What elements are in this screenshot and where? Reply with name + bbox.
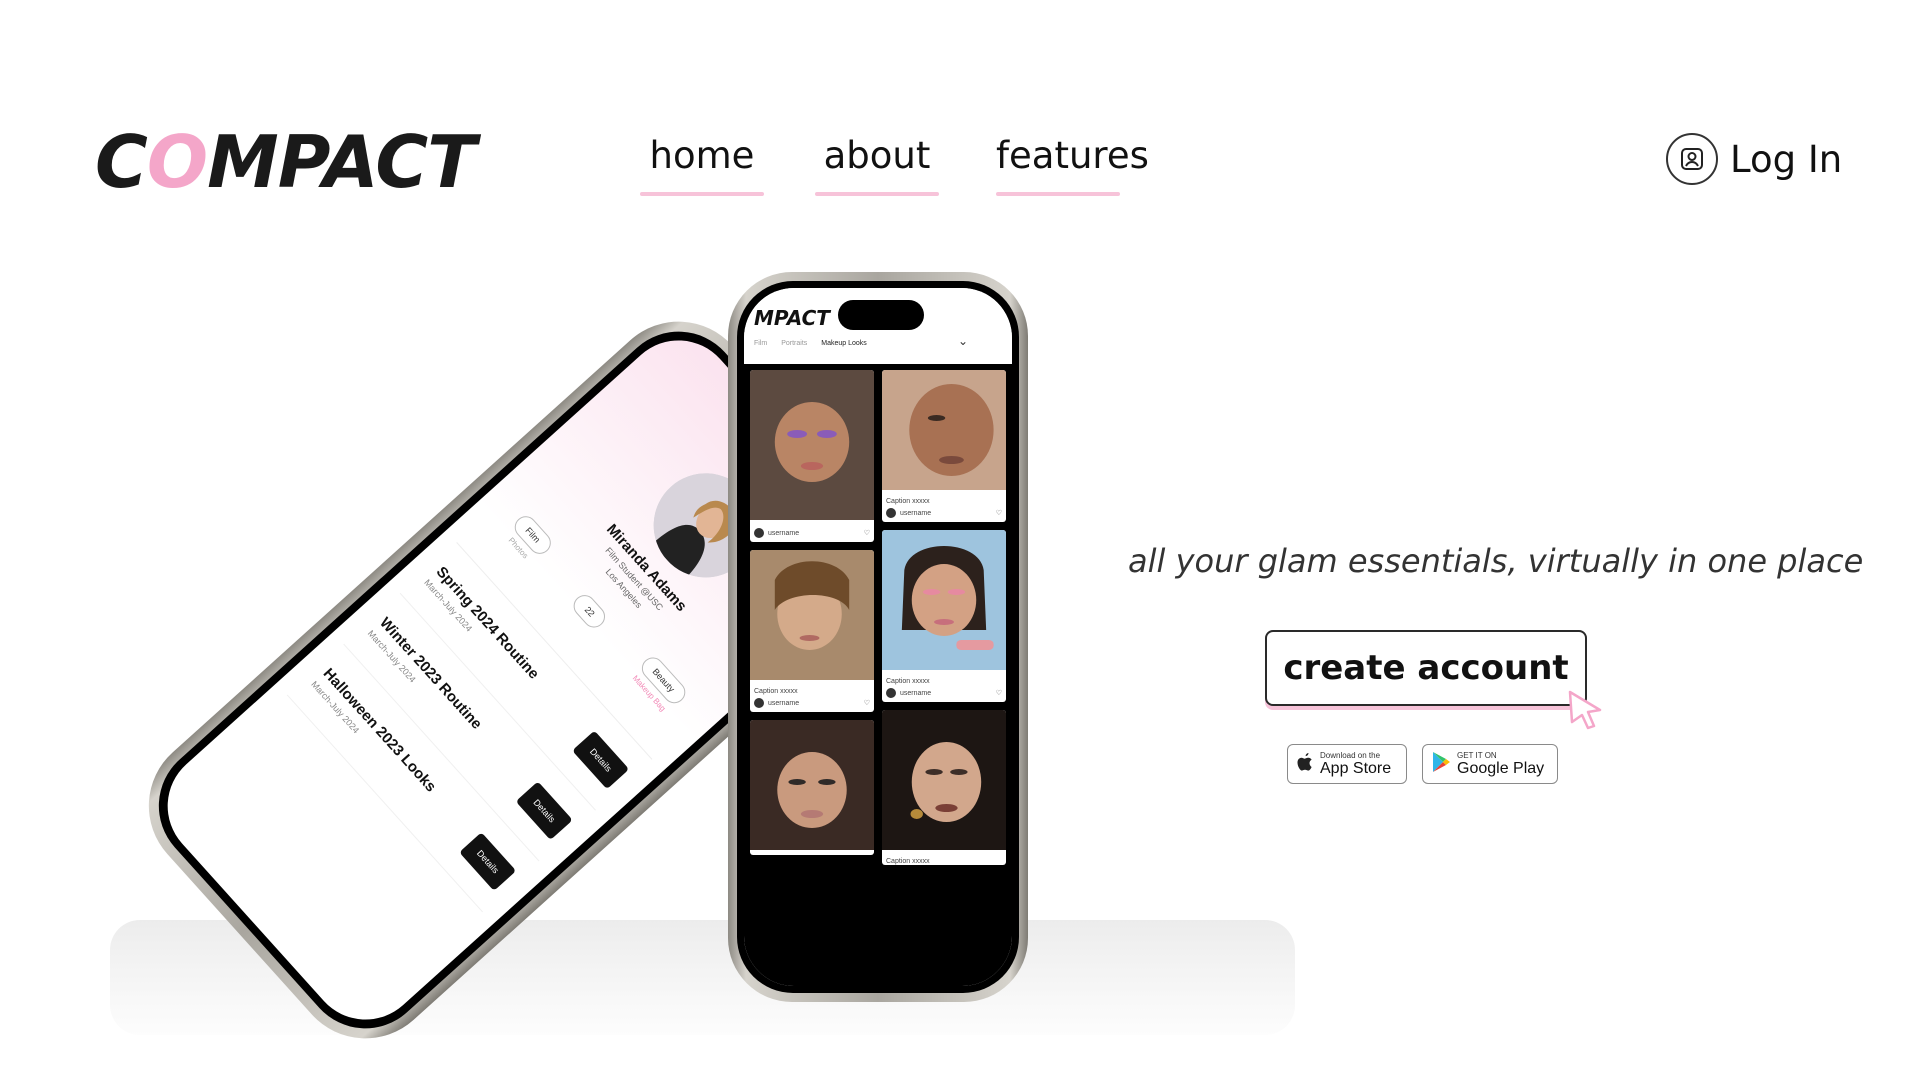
feed-username: username xyxy=(768,529,800,537)
nav-about[interactable]: about xyxy=(815,130,939,196)
google-play-big: Google Play xyxy=(1457,759,1545,777)
heart-icon[interactable]: ♡ xyxy=(864,699,870,707)
google-play-small: GET IT ON xyxy=(1457,750,1497,760)
nav-home-label: home xyxy=(649,134,755,177)
apple-icon xyxy=(1296,751,1314,778)
feed-card[interactable]: username ♡ xyxy=(750,370,874,542)
google-play-icon xyxy=(1431,751,1451,778)
pointer-cursor-icon xyxy=(1566,688,1606,732)
logo-letter-c: C xyxy=(95,120,148,204)
heart-icon[interactable]: ♡ xyxy=(996,509,1002,517)
user-badge-icon xyxy=(1666,133,1718,185)
feed-screen: MPACT Film Portraits Makeup Looks ⌄ user… xyxy=(744,288,1012,986)
brand-logo[interactable]: C O MPACT xyxy=(95,120,476,204)
feed-phone-mockup: MPACT Film Portraits Makeup Looks ⌄ user… xyxy=(728,272,1028,1002)
feed-card[interactable] xyxy=(750,720,874,855)
makeup-photo xyxy=(750,720,874,850)
nav-about-underline xyxy=(815,192,939,196)
nav-features-underline xyxy=(996,192,1120,196)
login-label: Log In xyxy=(1730,137,1843,181)
routine-details-button[interactable]: Details xyxy=(459,832,517,891)
google-play-badge[interactable]: GET IT ON Google Play xyxy=(1422,744,1558,784)
feed-caption: Caption xxxxx xyxy=(754,688,798,695)
chevron-down-icon[interactable]: ⌄ xyxy=(958,334,968,348)
makeup-photo xyxy=(750,550,874,680)
feed-tab-active[interactable]: Makeup Looks xyxy=(821,340,867,347)
makeup-photo xyxy=(882,710,1006,850)
makeup-photo xyxy=(882,530,1006,670)
feed-logo: MPACT xyxy=(754,306,830,330)
app-store-badge[interactable]: Download on the App Store xyxy=(1287,744,1407,784)
dynamic-island xyxy=(838,300,924,330)
feed-tab[interactable]: Film xyxy=(754,340,767,347)
routine-details-button[interactable]: Details xyxy=(516,781,574,840)
nav-home[interactable]: home xyxy=(640,130,764,196)
feed-username: username xyxy=(900,509,932,517)
login-button[interactable]: Log In xyxy=(1666,132,1842,186)
logo-letter-o: O xyxy=(146,120,208,204)
app-store-big: App Store xyxy=(1320,759,1392,777)
heart-icon[interactable]: ♡ xyxy=(864,529,870,537)
hero-tagline: all your glam essentials, virtually in o… xyxy=(1128,542,1864,580)
feed-card[interactable]: Caption xxxxx username ♡ xyxy=(750,550,874,712)
nav-about-label: about xyxy=(823,134,931,177)
feed-username: username xyxy=(900,689,932,697)
routine-details-button[interactable]: Details xyxy=(572,730,630,789)
photo-feed: username ♡ Caption xxxxx username ♡ Capt… xyxy=(744,364,1012,986)
feed-tab[interactable]: Portraits xyxy=(781,340,807,347)
pill-count[interactable]: 22 xyxy=(569,590,610,633)
feed-caption: Caption xxxxx xyxy=(886,498,930,505)
makeup-photo xyxy=(750,370,874,520)
feed-username: username xyxy=(768,699,800,707)
feed-card[interactable]: Caption xxxxx username ♡ xyxy=(882,370,1006,522)
feed-card[interactable]: Caption xxxxx xyxy=(882,710,1006,865)
feed-caption: Caption xxxxx xyxy=(886,858,930,865)
heart-icon[interactable]: ♡ xyxy=(996,689,1002,697)
create-account-label: create account xyxy=(1283,648,1569,688)
feed-card[interactable]: Caption xxxxx username ♡ xyxy=(882,530,1006,702)
nav-features-label: features xyxy=(996,134,1149,177)
makeup-photo xyxy=(882,370,1006,490)
create-account-button[interactable]: create account xyxy=(1265,630,1587,706)
nav-features[interactable]: features xyxy=(996,130,1149,196)
logo-letters-mpact: MPACT xyxy=(207,120,476,204)
app-store-small: Download on the xyxy=(1320,750,1381,760)
feed-caption: Caption xxxxx xyxy=(886,678,930,685)
nav-home-underline xyxy=(640,192,764,196)
